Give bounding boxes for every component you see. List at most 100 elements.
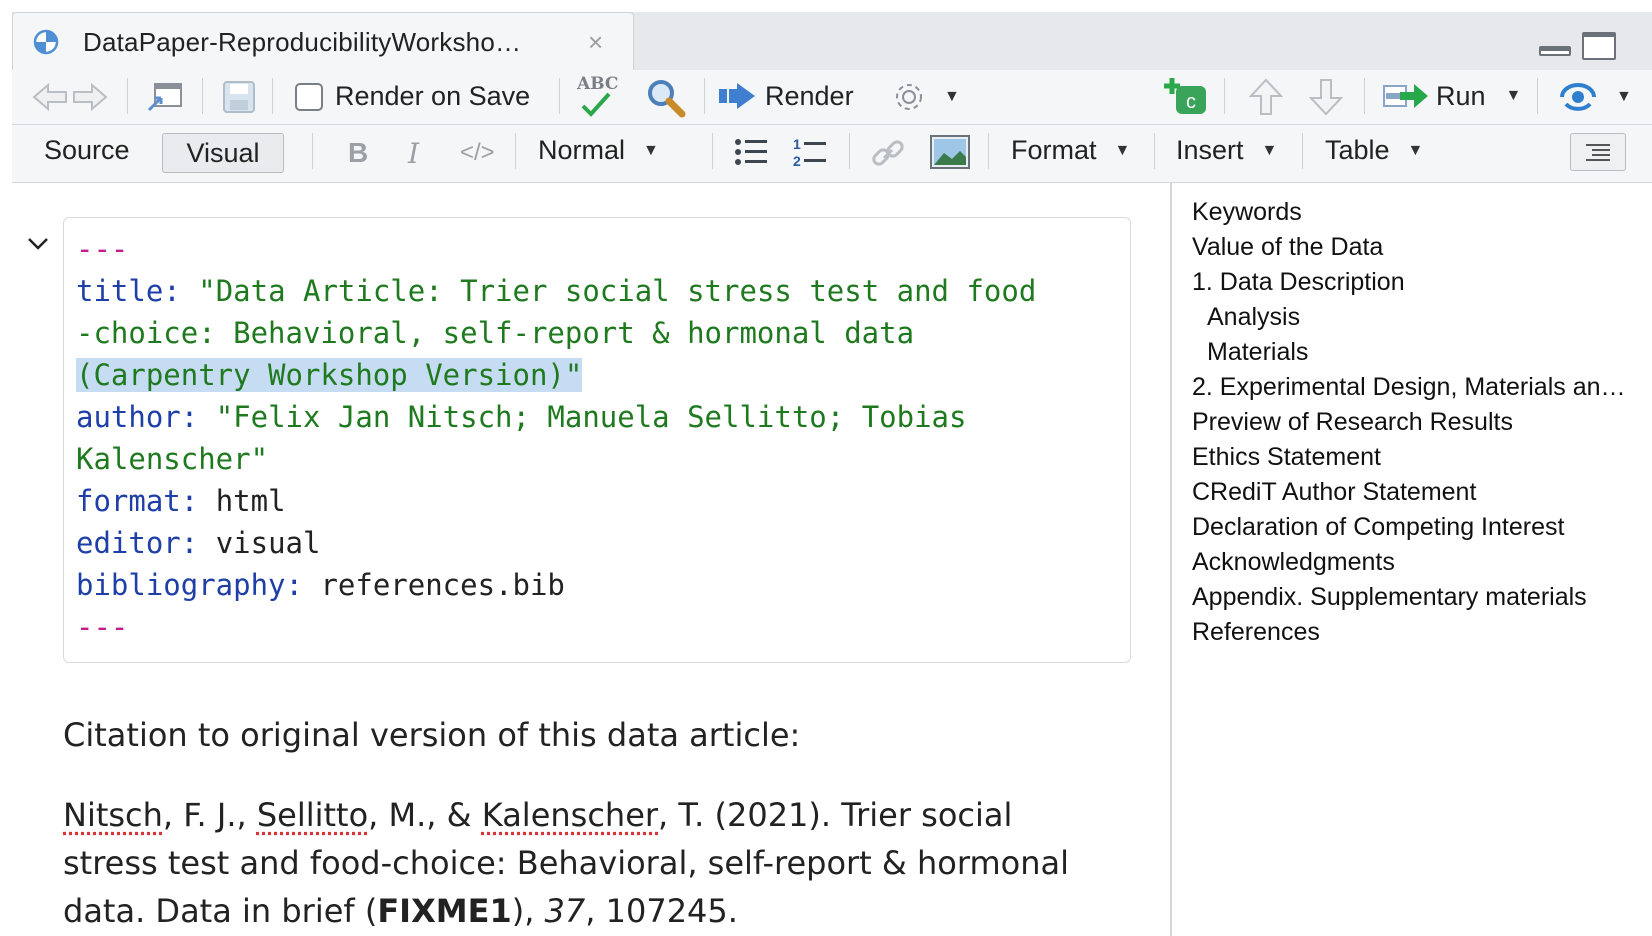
yaml-title-value-line2: -choice: Behavioral, self-report & hormo…: [76, 316, 915, 350]
outline-item[interactable]: Appendix. Supplementary materials: [1192, 580, 1632, 615]
format-toolbar: Source Visual B I </> Normal ▼ 1 2 Forma…: [12, 125, 1652, 183]
insert-menu[interactable]: Insert ▼: [1176, 135, 1277, 166]
insert-chunk-icon[interactable]: c: [1164, 76, 1210, 116]
render-button[interactable]: Render: [717, 79, 854, 113]
yaml-editor-value: visual: [215, 526, 321, 560]
run-icon: [1383, 84, 1428, 108]
yaml-author-value: "Felix Jan Nitsch; Manuela Sellitto; Tob…: [215, 400, 967, 434]
forward-arrow-icon[interactable]: [72, 82, 108, 112]
source-mode-button[interactable]: Source: [44, 135, 130, 166]
outline-item[interactable]: Keywords: [1192, 195, 1632, 230]
next-chunk-icon[interactable]: [1309, 78, 1343, 116]
reference-line-2: stress test and food-choice: Behavioral,…: [63, 844, 1069, 882]
outline-item[interactable]: Analysis: [1192, 300, 1632, 335]
editor-window: DataPaper-ReproducibilityWorksho… × Rend: [0, 0, 1652, 936]
yaml-front-matter[interactable]: --- title: "Data Article: Trier social s…: [63, 217, 1131, 663]
reference-text: , T. (2021). Trier social: [658, 796, 1013, 834]
block-type-menu[interactable]: Normal ▼: [538, 135, 659, 166]
outline-item[interactable]: 1. Data Description: [1192, 265, 1632, 300]
chevron-down-icon: ▼: [1407, 141, 1424, 159]
citation-heading: Citation to original version of this dat…: [63, 716, 801, 754]
render-icon: [719, 83, 755, 109]
insert-menu-label: Insert: [1176, 135, 1244, 165]
yaml-format-value: html: [215, 484, 286, 518]
show-in-window-icon[interactable]: [145, 80, 185, 114]
reference-volume: 37: [544, 892, 586, 930]
yaml-bibliography-key: bibliography:: [76, 568, 303, 602]
run-label: Run: [1436, 80, 1486, 111]
svg-text:2: 2: [793, 153, 801, 169]
outline-item[interactable]: References: [1192, 615, 1632, 650]
document-outline: Keywords Value of the Data 1. Data Descr…: [1170, 183, 1652, 936]
outline-icon: [1586, 144, 1610, 161]
gear-icon: [896, 84, 922, 110]
svg-text:1: 1: [793, 136, 801, 152]
outline-item[interactable]: Ethics Statement: [1192, 440, 1632, 475]
tab-title: DataPaper-ReproducibilityWorksho…: [83, 27, 522, 57]
chevron-down-icon: ▼: [1114, 141, 1131, 159]
collapse-chevron-icon[interactable]: [26, 231, 50, 255]
reference-issue: FIXME1: [377, 892, 512, 930]
publish-menu[interactable]: ▼: [1556, 80, 1632, 114]
yaml-author-key: author:: [76, 400, 199, 434]
chevron-down-icon: ▼: [1261, 141, 1278, 159]
close-tab-icon[interactable]: ×: [588, 27, 603, 58]
yaml-delimiter-open: ---: [76, 232, 129, 266]
outline-item[interactable]: Acknowledgments: [1192, 545, 1632, 580]
previous-chunk-icon[interactable]: [1249, 78, 1283, 116]
chevron-down-icon: ▼: [1616, 88, 1632, 105]
misspelled-word[interactable]: Sellitto: [257, 796, 368, 834]
outline-item[interactable]: CRediT Author Statement: [1192, 475, 1632, 510]
find-replace-icon[interactable]: [646, 78, 686, 118]
yaml-code: --- title: "Data Article: Trier social s…: [76, 228, 1036, 648]
render-label: Render: [765, 80, 854, 111]
minimize-pane-icon[interactable]: [1539, 46, 1571, 56]
link-icon[interactable]: [870, 136, 906, 170]
render-on-save-toggle[interactable]: Render on Save: [295, 81, 530, 112]
yaml-title-value: "Data Article: Trier social stress test …: [198, 274, 1037, 308]
yaml-delimiter-close: ---: [76, 610, 129, 644]
block-type-label: Normal: [538, 135, 626, 165]
svg-text:c: c: [1186, 91, 1196, 113]
tab-document[interactable]: DataPaper-ReproducibilityWorksho… ×: [12, 12, 634, 70]
back-arrow-icon[interactable]: [32, 82, 68, 112]
spellcheck-icon[interactable]: ABC: [577, 74, 621, 120]
yaml-bibliography-value: references.bib: [320, 568, 565, 602]
run-button[interactable]: Run ▼: [1382, 80, 1521, 112]
code-button[interactable]: </>: [460, 139, 495, 167]
outline-item[interactable]: Declaration of Competing Interest: [1192, 510, 1632, 545]
render-options-menu[interactable]: ▼: [892, 80, 960, 114]
reference-text: data. Data in brief (: [63, 892, 378, 930]
main-toolbar: Render on Save ABC Render ▼ c Run ▼ ▼: [12, 70, 1652, 125]
render-on-save-label: Render on Save: [335, 81, 531, 111]
bullet-list-icon[interactable]: [734, 137, 768, 167]
chevron-down-icon: ▼: [944, 88, 960, 105]
visual-mode-button[interactable]: Visual: [162, 133, 284, 173]
table-menu[interactable]: Table ▼: [1325, 135, 1423, 166]
insert-image-icon[interactable]: [930, 135, 970, 169]
bold-button[interactable]: B: [348, 137, 368, 169]
publish-icon: [1560, 83, 1596, 111]
visual-editor[interactable]: --- title: "Data Article: Trier social s…: [12, 183, 1170, 936]
reference-paragraph: Nitsch, F. J., Sellitto, M., & Kalensche…: [63, 791, 1143, 935]
maximize-pane-icon[interactable]: [1582, 32, 1616, 60]
outline-item[interactable]: Materials: [1192, 335, 1632, 370]
reference-line-1: Nitsch, F. J., Sellitto, M., & Kalensche…: [63, 791, 1143, 839]
yaml-title-value-line3-selected: (Carpentry Workshop Version)": [76, 358, 583, 392]
outline-item[interactable]: 2. Experimental Design, Materials and Me…: [1192, 370, 1632, 405]
numbered-list-icon[interactable]: 1 2: [792, 135, 828, 169]
yaml-format-key: format:: [76, 484, 199, 518]
tab-strip: DataPaper-ReproducibilityWorksho… ×: [12, 12, 1652, 71]
outline-item[interactable]: Preview of Research Results: [1192, 405, 1632, 440]
misspelled-word[interactable]: Nitsch: [63, 796, 163, 834]
format-menu[interactable]: Format ▼: [1011, 135, 1130, 166]
misspelled-word[interactable]: Kalenscher: [482, 796, 658, 834]
reference-text: , 107245.: [585, 892, 738, 930]
outline-item[interactable]: Value of the Data: [1192, 230, 1632, 265]
outline-list: Keywords Value of the Data 1. Data Descr…: [1192, 195, 1632, 650]
outline-toggle-button[interactable]: [1570, 133, 1626, 171]
save-icon[interactable]: [222, 80, 256, 114]
render-on-save-checkbox[interactable]: [295, 82, 323, 111]
chevron-down-icon: ▼: [1505, 87, 1522, 104]
italic-button[interactable]: I: [408, 137, 419, 170]
